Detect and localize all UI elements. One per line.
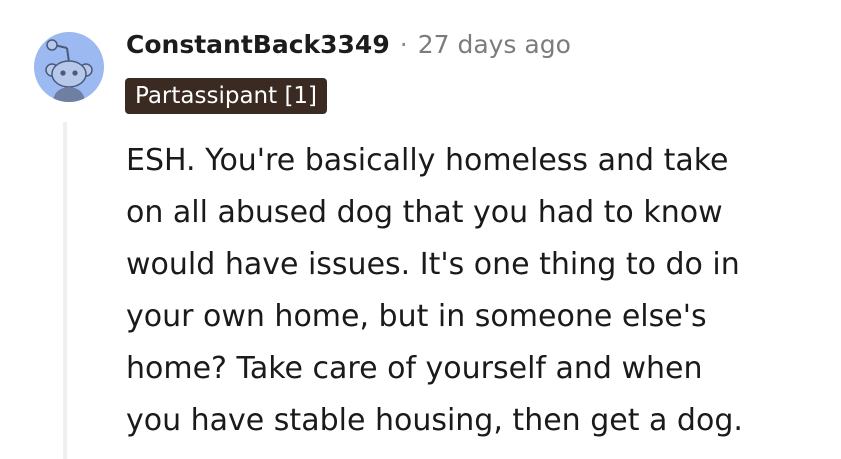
comment-body-line: would have issues. It's one thing to do … <box>126 247 740 282</box>
comment: ConstantBack3349 · 27 days ago Partassip… <box>0 0 841 459</box>
comment-body-line: on all abused dog that you had to know <box>126 195 723 230</box>
comment-timestamp[interactable]: 27 days ago <box>418 30 571 59</box>
user-flair: Partassipant [1] <box>125 78 328 114</box>
comment-body: ESH. You're basically homeless and take … <box>126 135 826 447</box>
username-link[interactable]: ConstantBack3349 <box>126 30 390 59</box>
reddit-snoo-avatar-icon <box>45 39 93 102</box>
comment-meta: ConstantBack3349 · 27 days ago <box>126 26 571 62</box>
meta-separator: · <box>399 29 408 59</box>
comment-body-line: home? Take care of yourself and when <box>126 351 703 386</box>
user-avatar[interactable] <box>34 32 104 102</box>
comment-body-line: your own home, but in someone else's <box>126 299 707 334</box>
comment-body-line: ESH. You're basically homeless and take <box>126 143 729 178</box>
thread-collapse-line[interactable] <box>63 122 67 459</box>
comment-body-line: you have stable housing, then get a dog. <box>126 403 743 438</box>
